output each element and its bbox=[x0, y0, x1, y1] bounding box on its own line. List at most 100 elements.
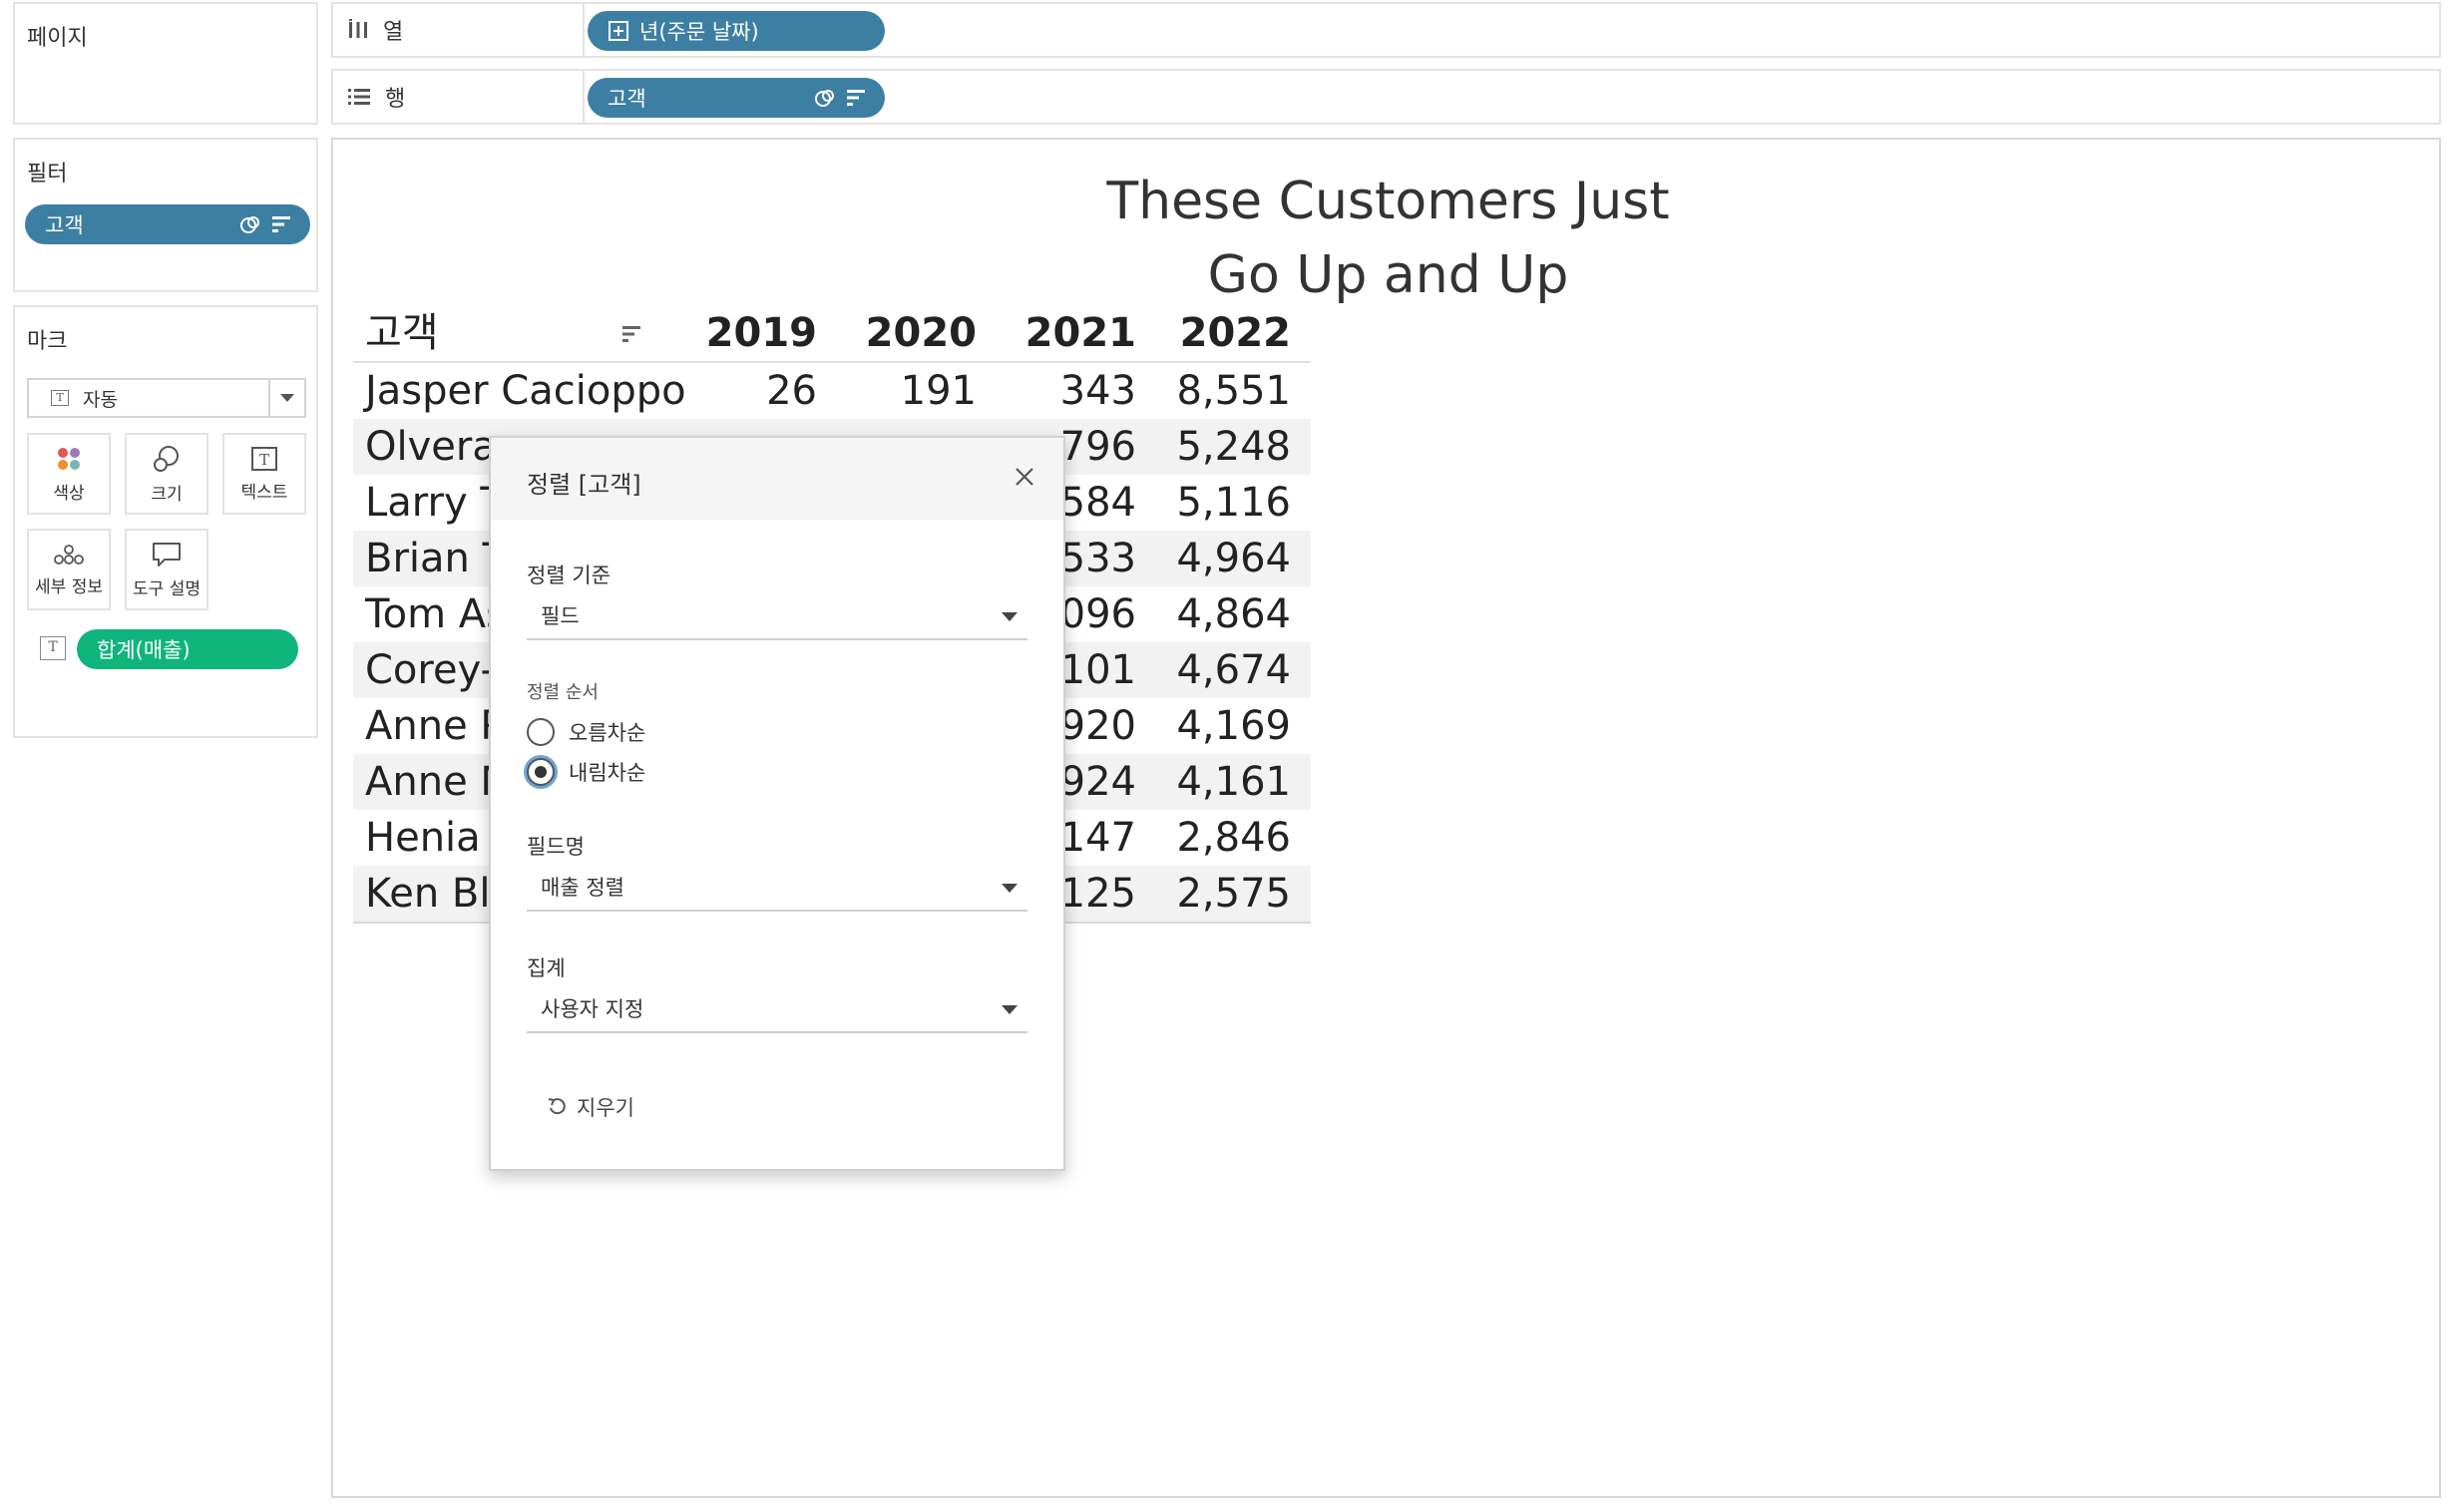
customer-name[interactable]: Anne P bbox=[365, 698, 505, 754]
color-dots-icon bbox=[58, 447, 80, 470]
columns-icon bbox=[349, 19, 367, 38]
set-icon bbox=[815, 90, 834, 107]
chevron-down-icon[interactable] bbox=[268, 380, 304, 416]
mark-type-value: 자동 bbox=[83, 388, 118, 411]
svg-text:T: T bbox=[259, 451, 269, 469]
aggregation-value: 사용자 지정 bbox=[541, 997, 644, 1021]
sales-cell-2022: 5,248 bbox=[1176, 424, 1291, 470]
field-name-value: 매출 정렬 bbox=[541, 876, 624, 900]
detail-label: 세부 정보 bbox=[35, 576, 103, 597]
sales-cell-2022: 4,169 bbox=[1176, 703, 1291, 749]
filter-pill-customer[interactable]: 고객 bbox=[25, 204, 310, 244]
aggregation-select[interactable]: 사용자 지정 bbox=[527, 985, 1027, 1033]
table-row[interactable]: Jasper Cacioppo 26 191 343 8,551 bbox=[353, 363, 1311, 419]
customer-name[interactable]: Olvera bbox=[365, 419, 497, 475]
chevron-down-icon bbox=[1002, 612, 1018, 621]
marks-title: 마크 bbox=[27, 329, 68, 354]
text-pill-label: 합계(매출) bbox=[97, 638, 191, 662]
filter-pill-label: 고객 bbox=[45, 213, 84, 237]
detail-button[interactable]: 세부 정보 bbox=[27, 529, 111, 610]
columns-pill-label: 년(주문 날짜) bbox=[639, 20, 759, 44]
text-pill-sum-sales[interactable]: 합계(매출) bbox=[77, 629, 298, 669]
ascending-option[interactable]: 오름차순 bbox=[527, 717, 645, 747]
filters-title: 필터 bbox=[27, 162, 68, 187]
sort-order-label: 정렬 순서 bbox=[527, 682, 599, 703]
text-button[interactable]: T 텍스트 bbox=[222, 433, 306, 515]
field-name-select[interactable]: 매출 정렬 bbox=[527, 864, 1027, 912]
detail-dots-icon bbox=[54, 544, 84, 565]
columns-label: 열 bbox=[383, 20, 404, 45]
sort-descending-icon bbox=[847, 90, 865, 106]
close-icon[interactable] bbox=[1010, 462, 1039, 492]
customer-name[interactable]: Corey- bbox=[365, 642, 495, 698]
aggregation-label: 집계 bbox=[527, 956, 566, 980]
header-year-2021[interactable]: 2021 bbox=[987, 305, 1136, 361]
viz-title-line-1: These Customers Just bbox=[1106, 172, 1670, 231]
field-name-label: 필드명 bbox=[527, 835, 585, 859]
text-mark-icon: T bbox=[51, 390, 69, 406]
pages-card: 페이지 bbox=[13, 2, 318, 125]
sales-cell-2019: 26 bbox=[766, 368, 817, 414]
set-icon bbox=[240, 216, 259, 233]
size-label: 크기 bbox=[151, 484, 183, 505]
sales-cell-2022: 4,864 bbox=[1176, 591, 1291, 637]
sales-cell-2022: 8,551 bbox=[1176, 368, 1291, 414]
pages-title: 페이지 bbox=[27, 26, 88, 51]
clear-button[interactable]: 지우기 bbox=[547, 1092, 634, 1122]
columns-pill-year[interactable]: 년(주문 날짜) bbox=[588, 11, 885, 51]
sort-descending-icon bbox=[272, 216, 290, 232]
mark-type-dropdown[interactable]: T 자동 bbox=[27, 378, 306, 418]
header-year-2020[interactable]: 2020 bbox=[827, 305, 977, 361]
tooltip-button[interactable]: 도구 설명 bbox=[125, 529, 208, 610]
sort-by-label: 정렬 기준 bbox=[527, 564, 611, 587]
text-icon: T bbox=[251, 446, 277, 471]
chevron-down-icon bbox=[1002, 884, 1018, 893]
sales-cell-2022: 5,116 bbox=[1176, 480, 1291, 526]
descending-option[interactable]: 내림차순 bbox=[527, 757, 645, 787]
viz-title-line-2: Go Up and Up bbox=[1207, 245, 1569, 305]
sort-by-select[interactable]: 필드 bbox=[527, 592, 1027, 640]
sales-cell-2020: 191 bbox=[900, 368, 977, 414]
filters-card: 필터 고객 bbox=[13, 138, 318, 292]
sales-cell-2022: 4,161 bbox=[1176, 759, 1291, 805]
color-label: 색상 bbox=[53, 483, 85, 504]
tooltip-label: 도구 설명 bbox=[133, 578, 201, 599]
chevron-down-icon bbox=[1002, 1005, 1018, 1014]
rows-icon bbox=[348, 89, 370, 105]
sales-cell-2022: 2,846 bbox=[1176, 815, 1291, 861]
customer-name[interactable]: Jasper Cacioppo bbox=[365, 363, 686, 419]
sales-cell-2022: 4,964 bbox=[1176, 536, 1291, 581]
descending-radio[interactable] bbox=[527, 758, 555, 786]
color-button[interactable]: 색상 bbox=[27, 433, 111, 515]
dialog-title: 정렬 [고객] bbox=[527, 471, 641, 499]
header-year-2022[interactable]: 2022 bbox=[1141, 305, 1291, 361]
header-year-2019[interactable]: 2019 bbox=[667, 305, 817, 361]
marks-card: 마크 T 자동 색상 크기 T 텍스트 세부 정보 도구 설명 T 합계(매출) bbox=[13, 305, 318, 738]
rows-label: 행 bbox=[385, 87, 406, 112]
tooltip-icon bbox=[153, 542, 181, 567]
undo-icon bbox=[548, 1098, 566, 1115]
customer-name[interactable]: Brian T bbox=[365, 531, 507, 586]
dialog-header: 정렬 [고객] bbox=[491, 438, 1063, 520]
sales-cell-2022: 4,674 bbox=[1176, 647, 1291, 693]
sales-cell-2021: 343 bbox=[1059, 368, 1136, 414]
viz-title: These Customers Just Go Up and Up bbox=[333, 165, 2439, 312]
crosstab-header: 고객 2019 2020 2021 2022 bbox=[353, 310, 1311, 363]
clear-label: 지우기 bbox=[577, 1096, 634, 1120]
columns-shelf: 열 년(주문 날짜) bbox=[331, 2, 2441, 58]
size-button[interactable]: 크기 bbox=[125, 433, 208, 515]
rows-pill-label: 고객 bbox=[608, 87, 646, 111]
descending-label: 내림차순 bbox=[569, 761, 646, 785]
sort-dialog: 정렬 [고객] 정렬 기준 필드 정렬 순서 오름차순 내림차순 필드명 매출 … bbox=[489, 436, 1065, 1171]
customer-name[interactable]: Larry T bbox=[365, 475, 505, 531]
ascending-radio[interactable] bbox=[527, 718, 555, 746]
text-label: 텍스트 bbox=[240, 482, 288, 503]
sort-by-value: 필드 bbox=[541, 604, 580, 628]
rows-pill-customer[interactable]: 고객 bbox=[588, 78, 885, 118]
sort-icon[interactable] bbox=[620, 323, 642, 345]
expand-plus-icon bbox=[609, 21, 628, 41]
size-icon bbox=[154, 445, 179, 472]
customer-name[interactable]: Tom As bbox=[365, 586, 507, 642]
header-customer[interactable]: 고객 bbox=[365, 305, 439, 361]
ascending-label: 오름차순 bbox=[569, 721, 646, 745]
